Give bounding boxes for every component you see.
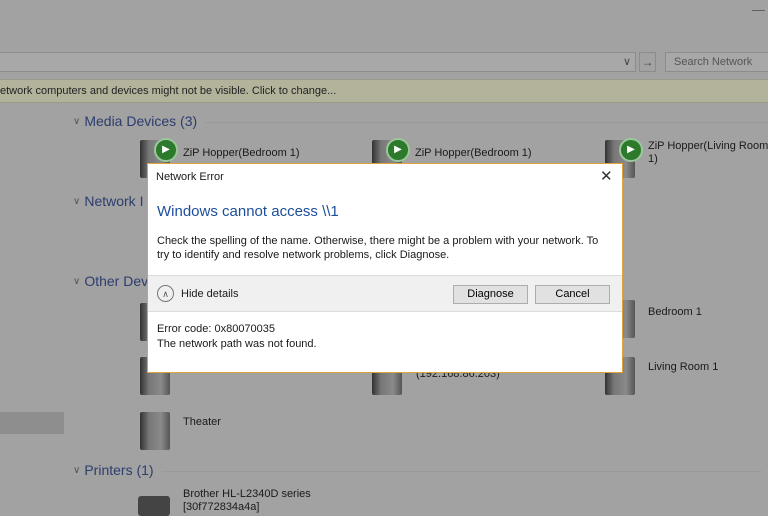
address-bar[interactable]: ∨ [0, 52, 636, 72]
chevron-down-icon: ∨ [73, 275, 81, 287]
chevron-down-icon: ∨ [73, 195, 81, 207]
go-arrow-button[interactable]: → [639, 52, 656, 72]
chevron-down-icon[interactable]: ∨ [623, 55, 631, 68]
search-input[interactable]: Search Network [665, 52, 768, 72]
chevron-down-icon: ∨ [73, 464, 81, 476]
section-printers[interactable]: ∨ Printers (1) [73, 462, 762, 478]
dialog-message: Check the spelling of the name. Otherwis… [157, 235, 599, 261]
error-code: Error code: 0x80070035 [157, 323, 276, 335]
dialog-title: Network Error [156, 171, 224, 183]
diagnose-button[interactable]: Diagnose [453, 285, 528, 304]
play-icon: ▶ [619, 138, 643, 162]
section-other-devices[interactable]: ∨ Other Dev [73, 273, 148, 289]
play-icon: ▶ [154, 138, 178, 162]
section-media-devices[interactable]: ∨ Media Devices (3) [73, 113, 768, 129]
minimize-button[interactable]: — [752, 2, 765, 17]
device-label: ZiP Hopper(Living Room 1) [648, 140, 768, 165]
close-icon[interactable]: ✕ [600, 167, 613, 185]
printer-label: Brother HL-L2340D series [30f772834a4a] [183, 488, 311, 513]
dialog-heading: Windows cannot access \\1 [157, 203, 339, 220]
cancel-button[interactable]: Cancel [535, 285, 610, 304]
network-discovery-info-bar[interactable]: etwork computers and devices might not b… [0, 79, 768, 103]
error-details: Error code: 0x80070035 The network path … [157, 322, 317, 352]
device-label: ZiP Hopper(Bedroom 1) [415, 147, 532, 159]
device-label: ZiP Hopper(Bedroom 1) [183, 147, 300, 159]
printer-icon[interactable] [138, 496, 170, 516]
sidebar-selected-item[interactable] [0, 412, 64, 434]
hide-details-toggle[interactable]: ∧ Hide details [157, 285, 238, 302]
play-icon: ▶ [386, 138, 410, 162]
network-error-dialog: Network Error ✕ Windows cannot access \\… [147, 163, 623, 373]
device-icon[interactable] [140, 412, 170, 450]
device-label: Theater [183, 416, 221, 428]
device-label: Living Room 1 [648, 361, 719, 373]
device-label: Bedroom 1 [648, 306, 702, 318]
chevron-up-icon: ∧ [157, 285, 174, 302]
section-network[interactable]: ∨ Network I [73, 193, 143, 209]
dialog-button-bar: ∧ Hide details Diagnose Cancel [148, 275, 622, 312]
chevron-down-icon: ∨ [73, 115, 81, 127]
error-text: The network path was not found. [157, 338, 317, 350]
